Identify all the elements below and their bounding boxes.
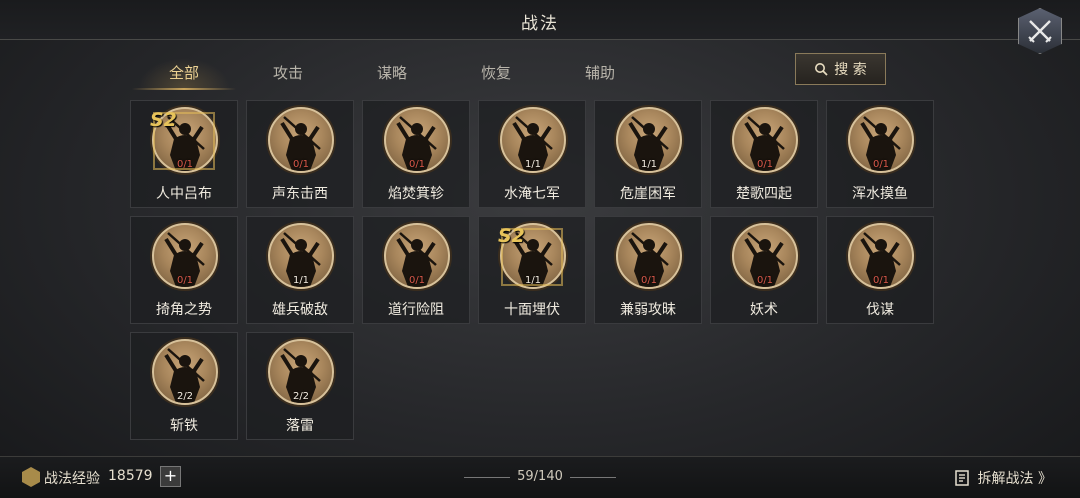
tactic-card[interactable]: 2/2 斩铁: [130, 332, 238, 440]
tactic-portrait: 2/2: [268, 339, 334, 405]
tactic-name: 焰焚箕轸: [388, 186, 444, 202]
tactic-name: 雄兵破敌: [272, 302, 328, 318]
tactic-name: 兼弱攻昧: [620, 302, 676, 318]
tactic-portrait: 0/1: [732, 223, 798, 289]
tactic-count: 0/1: [872, 275, 890, 286]
tactic-portrait: 1/1: [500, 107, 566, 173]
rank-badge: S2: [150, 109, 177, 131]
tactic-portrait: 0/1: [848, 223, 914, 289]
tactic-name: 浑水摸鱼: [852, 186, 908, 202]
decompose-label: 拆解战法 》: [977, 471, 1052, 487]
tactic-count: 0/1: [292, 159, 310, 170]
tactic-name: 伐谋: [866, 302, 894, 318]
tactic-card[interactable]: 0/1 伐谋: [826, 216, 934, 324]
decompose-button[interactable]: 拆解战法 》: [954, 468, 1052, 488]
tactic-count: 2/2: [176, 391, 194, 402]
tactic-name: 落雷: [286, 418, 314, 434]
tactic-name: 危崖困军: [620, 186, 676, 202]
tactic-name: 道行险阻: [388, 302, 444, 318]
tactic-count: 0/1: [756, 159, 774, 170]
tactic-card[interactable]: 2/2 落雷: [246, 332, 354, 440]
tactic-count: 1/1: [640, 159, 658, 170]
tactic-card[interactable]: 1/1 雄兵破敌: [246, 216, 354, 324]
tactic-count: 0/1: [640, 275, 658, 286]
tactic-portrait: 1/1: [268, 223, 334, 289]
tactic-card[interactable]: 0/1 焰焚箕轸: [362, 100, 470, 208]
crossed-swords-icon: [1028, 20, 1052, 43]
tactic-card[interactable]: 0/1 妖术: [710, 216, 818, 324]
tab-recovery[interactable]: 恢复: [444, 58, 548, 90]
tactic-card[interactable]: 1/1 S2 十面埋伏: [478, 216, 586, 324]
tactic-portrait: 0/1: [384, 223, 450, 289]
tactic-count: 1/1: [292, 275, 310, 286]
tactic-portrait: 0/1: [848, 107, 914, 173]
tactic-card[interactable]: 0/1 浑水摸鱼: [826, 100, 934, 208]
tactic-name: 人中吕布: [156, 186, 212, 202]
tactic-portrait: 0/1: [384, 107, 450, 173]
tactic-count: 1/1: [524, 159, 542, 170]
top-bar: 战法: [0, 0, 1080, 40]
page-indicator: 59/140: [517, 469, 563, 484]
tactic-card[interactable]: 0/1 S2 人中吕布: [130, 100, 238, 208]
rank-badge: S2: [498, 225, 525, 247]
tab-support[interactable]: 辅助: [548, 58, 652, 90]
tactic-name: 掎角之势: [156, 302, 212, 318]
tactic-card[interactable]: 0/1 声东击西: [246, 100, 354, 208]
tactic-name: 斩铁: [170, 418, 198, 434]
tactic-portrait: 0/1: [152, 223, 218, 289]
tactic-portrait: 2/2: [152, 339, 218, 405]
tactic-count: 0/1: [872, 159, 890, 170]
tactic-card[interactable]: 0/1 道行险阻: [362, 216, 470, 324]
magnifier-icon: [815, 63, 828, 76]
tactic-name: 水淹七军: [504, 186, 560, 202]
search-button[interactable]: 搜 索: [795, 53, 886, 85]
tactic-card[interactable]: 0/1 楚歌四起: [710, 100, 818, 208]
tactic-card[interactable]: 1/1 水淹七军: [478, 100, 586, 208]
tab-strategy[interactable]: 谋略: [340, 58, 444, 90]
tactic-card[interactable]: 0/1 兼弱攻昧: [594, 216, 702, 324]
tactic-card[interactable]: 0/1 掎角之势: [130, 216, 238, 324]
tactic-portrait: 0/1: [268, 107, 334, 173]
tactic-name: 十面埋伏: [504, 302, 560, 318]
tactic-card[interactable]: 1/1 危崖困军: [594, 100, 702, 208]
tactic-portrait: 0/1: [616, 223, 682, 289]
tactic-portrait: 1/1: [616, 107, 682, 173]
tactic-name: 妖术: [750, 302, 778, 318]
list-icon: [954, 470, 969, 486]
search-label: 搜 索: [834, 62, 867, 78]
page-title: 战法: [521, 14, 559, 34]
tactic-name: 声东击西: [272, 186, 328, 202]
tactic-count: 0/1: [176, 275, 194, 286]
tab-attack[interactable]: 攻击: [236, 58, 340, 90]
tactic-count: 2/2: [292, 391, 310, 402]
pager-divider-right: [570, 477, 616, 478]
footer-bar: 战法经验 18579 + 59/140 拆解战法 》: [0, 456, 1080, 498]
tactic-count: 0/1: [756, 275, 774, 286]
tactic-portrait: 0/1: [732, 107, 798, 173]
tactic-name: 楚歌四起: [736, 186, 792, 202]
tactic-count: 0/1: [408, 275, 426, 286]
tab-all[interactable]: 全部: [132, 58, 236, 90]
tactic-count: 0/1: [408, 159, 426, 170]
